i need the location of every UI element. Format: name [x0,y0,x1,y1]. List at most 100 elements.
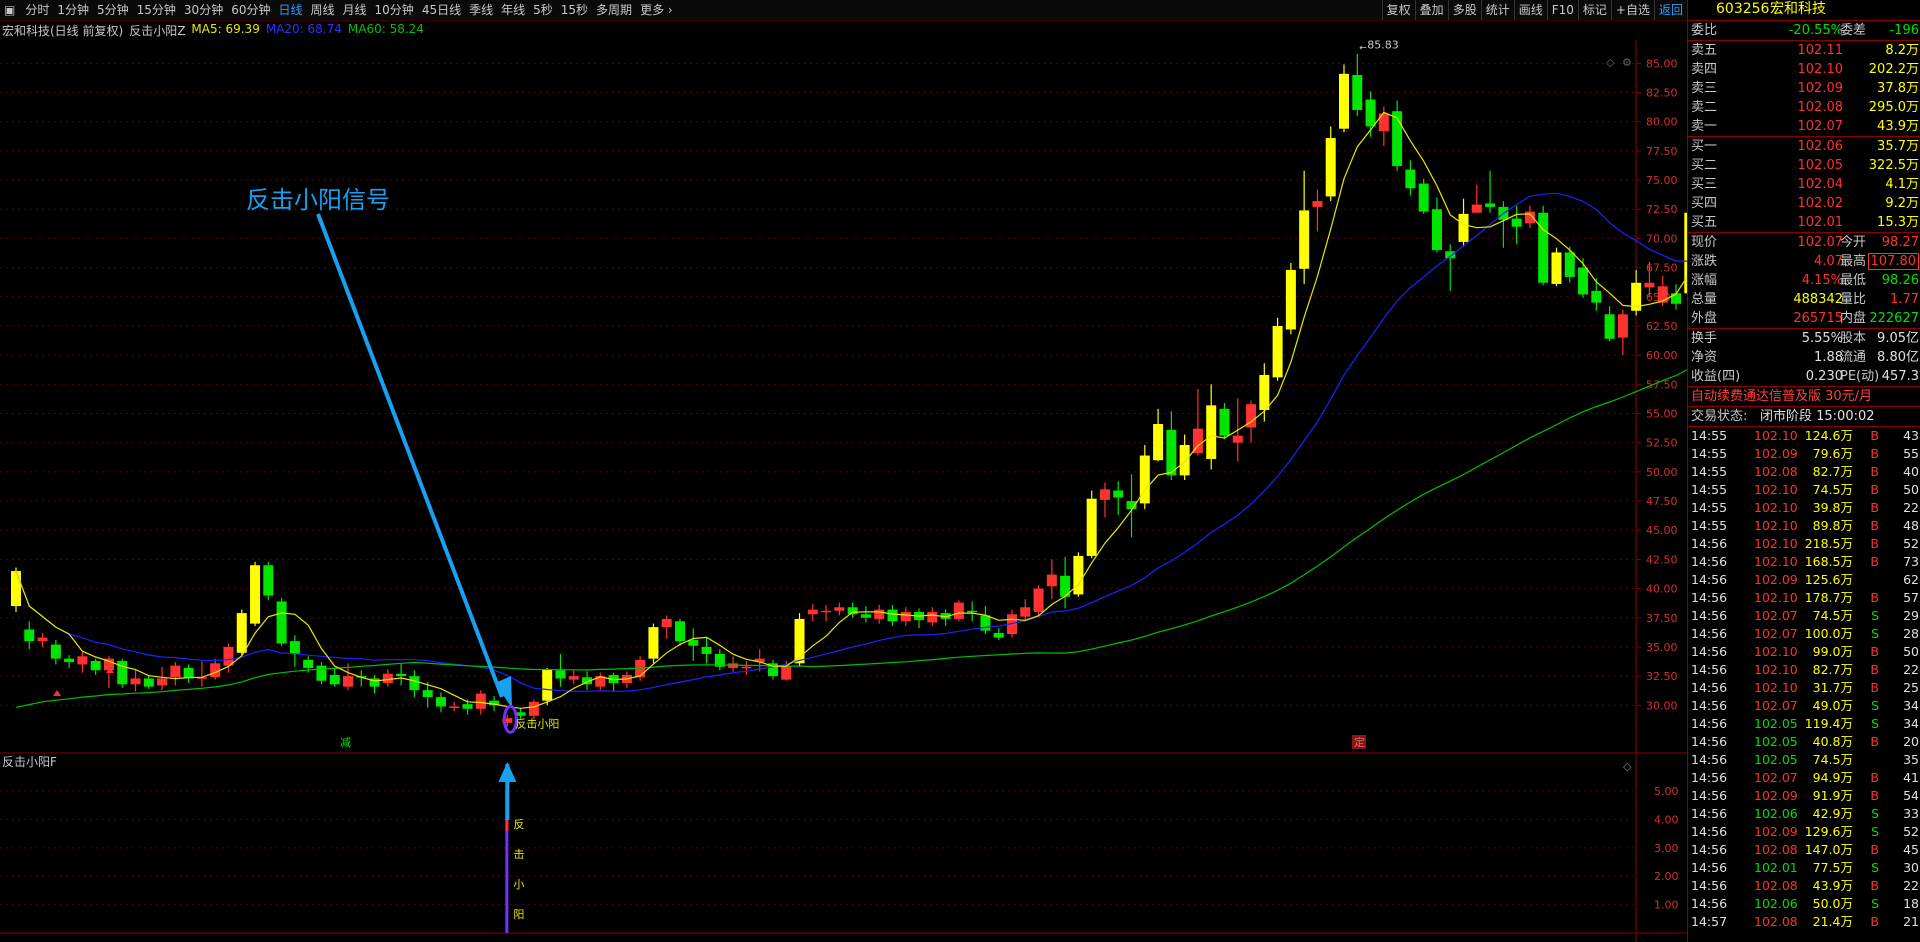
trade-volume: 74.5万 [1812,482,1853,497]
trade-row: 14:55 102.08 82.7万 B 40 [1688,463,1920,481]
candle [741,660,752,675]
trade-row: 14:56 102.10 99.0万 B 50 [1688,643,1920,661]
trade-price: 102.05 [1754,752,1798,767]
toolbar-button-6[interactable]: 标记 [1577,0,1611,20]
trade-row: 14:56 102.10 82.7万 B 22 [1688,661,1920,679]
trade-volume: 119.4万 [1804,716,1853,731]
stat-row: 现价 102.07 今开 98.27 [1688,232,1920,252]
period-tab-12[interactable]: 年线 [497,0,529,20]
toolbar-button-3[interactable]: 统计 [1480,0,1514,20]
toolbar-button-7[interactable]: +自选 [1610,0,1654,20]
indicator-name[interactable]: 反击小阳Z [129,22,185,38]
ask-price: 102.10 [1797,62,1844,77]
ask-label: 卖二 [1691,100,1718,115]
trade-count: 40 [1903,464,1919,479]
stat-label: 净资 [1691,350,1718,365]
candle [542,667,553,706]
period-tab-14[interactable]: 15秒 [557,0,592,20]
trade-time: 14:57 [1691,914,1728,929]
stat-label-2: 最高 [1840,254,1867,269]
period-tab-10[interactable]: 45日线 [418,0,465,20]
candle [1033,585,1044,616]
candle [834,602,845,616]
bid-label: 买二 [1691,158,1718,173]
period-tab-8[interactable]: 月线 [339,0,371,20]
trade-row: 14:56 102.06 42.9万 S 33 [1688,805,1920,823]
stat-value: 488342 [1793,292,1843,307]
trade-side: B [1870,590,1879,605]
trade-price: 102.10 [1754,482,1798,497]
toolbar-button-0[interactable]: 复权 [1381,0,1415,20]
period-tab-15[interactable]: 多周期 [592,0,636,20]
candle [1418,178,1429,214]
bid-volume: 322.5万 [1868,158,1919,173]
period-tab-11[interactable]: 季线 [465,0,497,20]
bid-label: 买五 [1691,215,1718,230]
ask-row: 卖四 102.10 202.2万 [1688,60,1920,79]
period-tab-1[interactable]: 1分钟 [53,0,93,20]
trade-time: 14:56 [1691,716,1728,731]
sub-diamond-icon[interactable]: ◇ [1623,760,1632,773]
candle [675,618,685,646]
candle [1471,184,1482,213]
trade-count: 52 [1903,824,1919,839]
gear-icon[interactable]: ⚙ [1622,56,1632,69]
candle [276,597,287,646]
y-tick-label: 85.00 [1646,57,1678,70]
period-tab-0[interactable]: 分时 [21,0,53,20]
trade-time: 14:56 [1691,590,1728,605]
stat-value-2: 1.77 [1890,292,1919,307]
ask-row: 卖三 102.09 37.8万 [1688,79,1920,98]
candle [927,607,938,626]
trade-count: 25 [1903,680,1919,695]
trade-time: 14:56 [1691,608,1728,623]
period-tab-7[interactable]: 周线 [307,0,339,20]
trade-row: 14:56 102.07 49.0万 S 34 [1688,697,1920,715]
period-tab-9[interactable]: 10分钟 [371,0,418,20]
trade-volume: 42.9万 [1812,806,1853,821]
toolbar-button-8[interactable]: 返回 [1653,0,1687,20]
candle [263,561,274,601]
toolbar-menu-icon[interactable]: ▣ [0,0,21,20]
candlestick-chart[interactable]: 85.00 82.50 80.00 77.50 75.00 72.50 70.00 67.50… [0,40,1687,942]
bid-price: 102.02 [1797,196,1844,211]
trade-row: 14:56 102.10 168.5万 B 73 [1688,553,1920,571]
period-tab-5[interactable]: 60分钟 [227,0,274,20]
period-tab-3[interactable]: 15分钟 [133,0,180,20]
period-tab-16[interactable]: 更多 › [636,0,677,20]
ask-volume: 37.8万 [1877,81,1919,96]
trade-row: 14:56 102.05 119.4万 S 34 [1688,715,1920,733]
status-value: 闭市阶段 15:00:02 [1760,409,1875,424]
trade-count: 18 [1903,896,1919,911]
period-tab-4[interactable]: 30分钟 [180,0,227,20]
period-tab-13[interactable]: 5秒 [529,0,557,20]
trade-row: 14:56 102.09 91.9万 B 54 [1688,787,1920,805]
ask-label: 卖三 [1691,81,1718,96]
trade-time: 14:56 [1691,842,1728,857]
trade-row: 14:55 102.09 79.6万 B 55 [1688,445,1920,463]
toolbar-button-5[interactable]: F10 [1546,0,1578,20]
stat-row: 换手 5.55% 股本 9.05亿 [1688,328,1920,348]
candle [11,567,21,612]
toolbar-right-buttons: 复权 叠加 多股 统计 画线 F10 标记 +自选 返回 [1381,0,1687,20]
trade-volume: 100.0万 [1804,626,1853,641]
ad-banner[interactable]: 自动续费通达信普及版 30元/月 [1688,386,1920,406]
toolbar-button-1[interactable]: 叠加 [1414,0,1448,20]
trade-side: B [1870,518,1879,533]
trade-list[interactable]: 14:55 102.10 124.6万 B 43 14:55 102.09 79.6万 B 55 1… [1688,426,1920,931]
period-tab-2[interactable]: 5分钟 [93,0,133,20]
y-tick-label: 67.50 [1646,262,1678,275]
candle [1524,205,1535,228]
diamond-icon[interactable]: ◇ [1606,56,1615,69]
trade-volume: 74.5万 [1812,752,1853,767]
signal-char: 阳 [513,908,524,921]
trade-time: 14:55 [1691,518,1728,533]
bid-price: 102.05 [1797,158,1844,173]
y-tick-label: 47.50 [1646,495,1678,508]
period-tab-6[interactable]: 日线 [274,0,306,20]
y-tick-label: 75.00 [1646,174,1678,187]
toolbar-button-4[interactable]: 画线 [1513,0,1547,20]
signal-label: 反击小阳 [515,717,559,730]
trade-side: B [1870,482,1879,497]
toolbar-button-2[interactable]: 多股 [1447,0,1481,20]
